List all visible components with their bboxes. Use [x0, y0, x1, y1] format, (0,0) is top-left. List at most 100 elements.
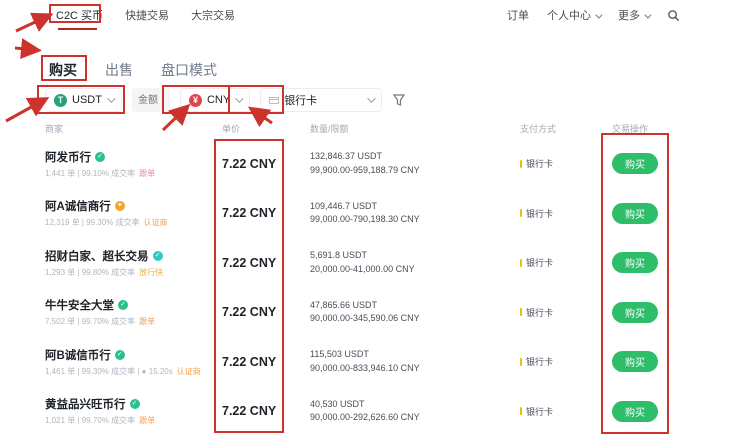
offer-amount: 47,865.66 USDT — [310, 299, 520, 313]
offer-list: 阿发币行 ✓ 1,441 单 | 99.10% 成交率跟单 7.22 CNY 13… — [0, 139, 750, 436]
usdt-icon: T — [54, 94, 67, 107]
nav-item-more[interactable]: 更多 — [618, 7, 649, 23]
verified-icon: ✓ — [95, 152, 105, 162]
offer-amount: 115,503 USDT — [310, 348, 520, 362]
merchant-stats: 1,461 单 | 99.30% 成交率 | ● 15.20s — [45, 367, 173, 376]
buy-button[interactable]: 购买 — [612, 252, 658, 273]
payment-select-value: 银行卡 — [284, 92, 317, 108]
table-row: 阿B诚信币行 ✓ 1,461 单 | 99.30% 成交率 | ● 15.20s 认… — [0, 337, 750, 387]
chevron-down-icon — [235, 94, 243, 102]
offer-amount: 132,846.37 USDT — [310, 150, 520, 164]
nav-item-c2c-buy[interactable]: C2C 买币 — [56, 7, 103, 23]
buy-button[interactable]: 购买 — [612, 351, 658, 372]
verified-icon: ✓ — [130, 399, 140, 409]
merchant-tag: 认证商 — [144, 218, 168, 227]
tab-sell[interactable]: 出售 — [103, 57, 135, 83]
nav-item-block-trade[interactable]: 大宗交易 — [191, 7, 235, 23]
merchant-tag: 跟单 — [139, 416, 155, 425]
table-header: 商家 单价 数量/限额 支付方式 交易操作 — [0, 122, 750, 135]
merchant-tag: 放行快 — [139, 268, 163, 277]
verified-icon: ✓ — [115, 350, 125, 360]
buy-button[interactable]: 购买 — [612, 203, 658, 224]
offer-price: 7.22 CNY — [222, 355, 310, 369]
payment-method: 银行卡 — [526, 405, 553, 418]
fiat-select-value: CNY — [207, 94, 230, 106]
filter-bar: T USDT ¥ CNY 银行卡 — [45, 88, 406, 112]
merchant-tag: 跟单 — [139, 317, 155, 326]
tab-orderbook-mode[interactable]: 盘口模式 — [159, 57, 219, 83]
table-row: 阿A诚信商行✦ 12,319 单 | 99.30% 成交率认证商 7.22 CN… — [0, 189, 750, 239]
table-row: 牛牛安全大堂✓ 7,502 单 | 99.70% 成交率跟单 7.22 CNY … — [0, 288, 750, 338]
nav-item-profile[interactable]: 个人中心 — [547, 7, 600, 23]
amount-input[interactable] — [132, 88, 170, 112]
chevron-down-icon — [367, 94, 375, 102]
offer-limit: 20,000.00-41,000.00 CNY — [310, 263, 520, 277]
payment-method-select[interactable]: 银行卡 — [260, 88, 382, 112]
cny-icon: ¥ — [189, 94, 202, 107]
verified-icon: ✓ — [153, 251, 163, 261]
offer-amount: 40,530 USDT — [310, 398, 520, 412]
buy-button[interactable]: 购买 — [612, 153, 658, 174]
verified-icon: ✦ — [115, 201, 125, 211]
asset-select-value: USDT — [72, 94, 102, 106]
nav-item-express-trade[interactable]: 快捷交易 — [125, 7, 169, 23]
offer-limit: 90,000.00-833,946.10 CNY — [310, 362, 520, 376]
header-payment: 支付方式 — [520, 122, 612, 135]
payment-color-bar — [520, 308, 522, 316]
search-icon[interactable] — [667, 9, 680, 22]
payment-color-bar — [520, 160, 522, 168]
offer-price: 7.22 CNY — [222, 256, 310, 270]
merchant-name[interactable]: 阿发币行 — [45, 149, 91, 165]
arrow-to-asset-select — [6, 100, 44, 121]
header-quantity-limit: 数量/限额 — [310, 122, 520, 135]
navbar-left: C2C 买币 快捷交易 大宗交易 — [0, 7, 235, 23]
offer-price: 7.22 CNY — [222, 305, 310, 319]
trade-tabs: 购买 出售 盘口模式 — [47, 57, 219, 83]
offer-amount: 5,691.8 USDT — [310, 249, 520, 263]
payment-method: 银行卡 — [526, 306, 553, 319]
offer-amount: 109,446.7 USDT — [310, 200, 520, 214]
header-price: 单价 — [222, 122, 310, 135]
header-action: 交易操作 — [612, 122, 692, 135]
offer-limit: 99,900.00-959,188.79 CNY — [310, 164, 520, 178]
merchant-name[interactable]: 招财白家、超长交易 — [45, 248, 149, 264]
merchant-name[interactable]: 黄益品兴旺币行 — [45, 396, 126, 412]
chevron-down-icon — [644, 12, 651, 19]
table-row: 黄益品兴旺币行✓ 1,021 单 | 99.70% 成交率跟单 7.22 CNY… — [0, 387, 750, 436]
navbar-right: 订单 个人中心 更多 — [507, 7, 750, 23]
payment-color-bar — [520, 209, 522, 217]
merchant-name[interactable]: 阿B诚信币行 — [45, 347, 111, 363]
buy-button[interactable]: 购买 — [612, 401, 658, 422]
offer-limit: 90,000.00-345,590.06 CNY — [310, 312, 520, 326]
header-merchant: 商家 — [45, 122, 222, 135]
offer-limit: 90,000.00-292,626.60 CNY — [310, 411, 520, 425]
merchant-name[interactable]: 牛牛安全大堂 — [45, 297, 114, 313]
merchant-tag: 认证商 — [177, 367, 201, 376]
merchant-name[interactable]: 阿A诚信商行 — [45, 198, 111, 214]
merchant-stats: 1,021 单 | 99.70% 成交率 — [45, 416, 135, 425]
payment-color-bar — [520, 259, 522, 267]
tab-buy[interactable]: 购买 — [47, 57, 79, 83]
buy-button[interactable]: 购买 — [612, 302, 658, 323]
merchant-stats: 7,502 单 | 99.70% 成交率 — [45, 317, 135, 326]
chevron-down-icon — [107, 94, 115, 102]
payment-color-bar — [520, 407, 522, 415]
payment-method: 银行卡 — [526, 355, 553, 368]
offer-price: 7.22 CNY — [222, 157, 310, 171]
asset-select[interactable]: T USDT — [45, 88, 122, 112]
chevron-down-icon — [595, 12, 602, 19]
fiat-select[interactable]: ¥ CNY — [180, 88, 250, 112]
offer-limit: 99,000.00-790,198.30 CNY — [310, 213, 520, 227]
payment-color-bar — [520, 358, 522, 366]
filter-icon[interactable] — [392, 93, 406, 107]
table-row: 阿发币行✓ 1,441 单 | 99.10% 成交率跟单 7.22 CNY 13… — [0, 139, 750, 189]
merchant-stats: 1,441 单 | 99.10% 成交率 — [45, 169, 135, 178]
merchant-stats: 12,319 单 | 99.30% 成交率 — [45, 218, 140, 227]
bank-card-icon — [269, 97, 279, 104]
verified-icon: ✓ — [118, 300, 128, 310]
nav-item-orders[interactable]: 订单 — [507, 7, 529, 23]
payment-method: 银行卡 — [526, 256, 553, 269]
payment-method: 银行卡 — [526, 207, 553, 220]
table-row: 招财白家、超长交易✓ 1,293 单 | 99.80% 成交率放行快 7.22 … — [0, 238, 750, 288]
c2c-trading-page: C2C 买币 快捷交易 大宗交易 订单 个人中心 更多 购买 出售 盘口模式 T… — [0, 0, 750, 436]
